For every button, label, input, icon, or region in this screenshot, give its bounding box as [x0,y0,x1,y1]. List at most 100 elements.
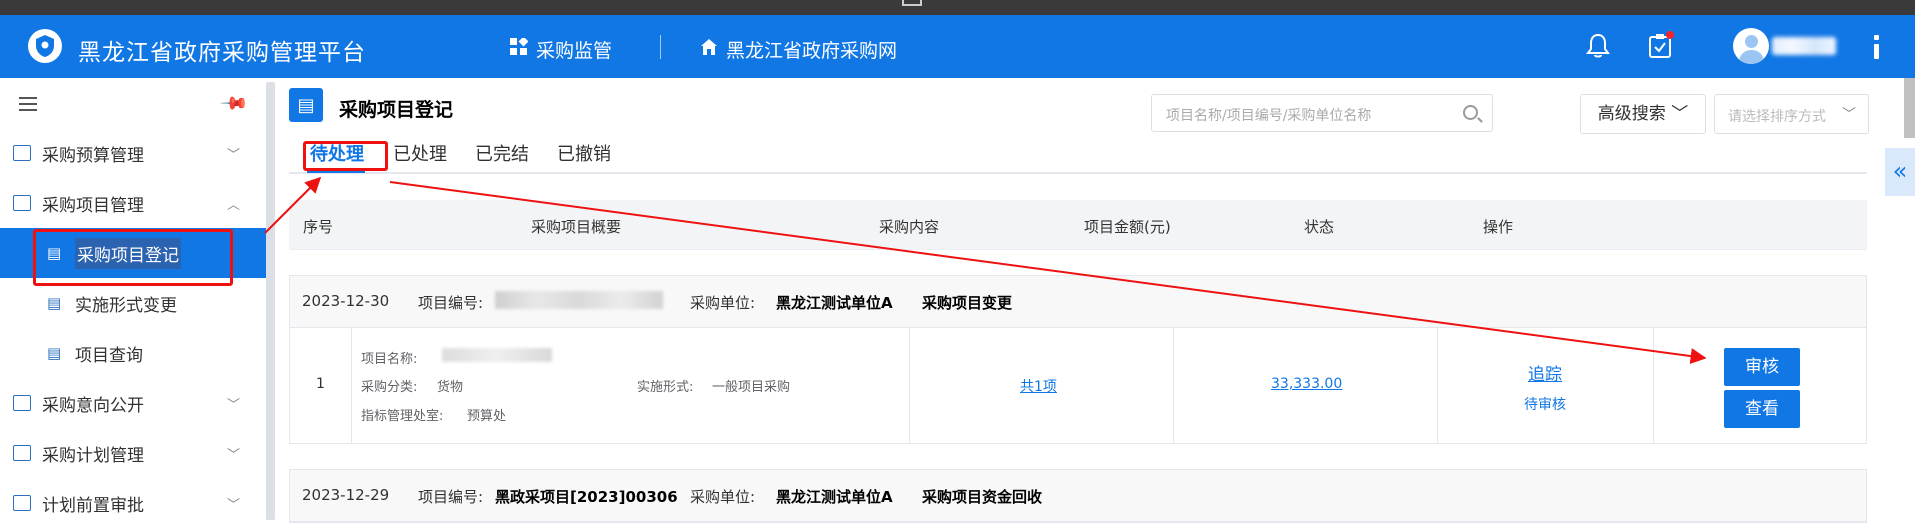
chevron-up-icon: ︿ [227,197,241,213]
project-no-value: 黑政采项目[2023]00306 [495,488,678,506]
calendar-icon [13,445,31,461]
username-redacted [1772,37,1836,55]
search-placeholder: 项目名称/项目编号/采购单位名称 [1166,108,1372,124]
notification-dot [1666,31,1674,39]
cell-index: 1 [290,328,352,443]
view-button[interactable]: 查看 [1724,390,1800,428]
sidebar-subitem-project-query[interactable]: ▤ 项目查询 [0,328,266,378]
collapse-panel-icon[interactable]: « [1885,148,1915,196]
project-icon [13,195,31,211]
top-navbar: 黑龙江省政府采购管理平台 采购监管 黑龙江省政府采购网 [0,15,1915,78]
home-icon [700,38,718,61]
project-no-redacted [495,290,663,309]
main-content: ▤ 采购项目登记 项目名称/项目编号/采购单位名称 高级搜索 ﹀ 请选择排序方式… [275,78,1915,523]
nav-link-label: 采购监管 [536,40,613,62]
column-header-summary: 采购项目概要 [531,218,622,236]
nav-link-supervision[interactable]: 采购监管 [510,36,612,63]
sort-select[interactable]: 请选择排序方式 ﹀ [1714,94,1869,134]
annotation-highlight-box [303,141,388,171]
more-menu-icon[interactable] [1874,35,1880,61]
clipboard-icon: ▤ [289,88,323,122]
column-header-amount: 项目金额(元) [1084,218,1171,236]
chevron-down-icon: ﹀ [227,397,241,413]
page-scrollbar[interactable] [1904,78,1915,138]
search-document-icon: ▤ [47,344,62,362]
change-type: 采购项目资金回收 [922,488,1043,506]
amount-link[interactable]: 33,333.00 [1271,376,1342,392]
change-type: 采购项目变更 [922,294,1013,312]
chevron-down-icon: ﹀ [1842,107,1856,123]
group-header: 2023-12-30 项目编号: 采购单位: 黑龙江测试单位A 采购项目变更 [290,276,1866,328]
sidebar-item-intention[interactable]: 采购意向公开 ﹀ [0,378,266,428]
document-icon: ▤ [47,294,62,312]
search-icon[interactable] [1463,105,1478,120]
sidebar-header: 📌 [0,78,268,128]
track-link[interactable]: 追踪 [1528,360,1562,385]
advanced-search-button[interactable]: 高级搜索 ﹀ [1580,94,1706,134]
status-text: 待审核 [1524,397,1566,413]
project-group: 2023-12-30 项目编号: 采购单位: 黑龙江测试单位A 采购项目变更 1… [289,275,1867,444]
bell-icon[interactable] [1586,33,1610,63]
tab-processed[interactable]: 已处理 [393,140,447,166]
category-label: 采购分类: [361,380,418,395]
dept-label: 指标管理处室: [361,409,444,424]
chevron-down-icon: ﹀ [227,497,241,513]
row-index: 1 [316,376,325,392]
unit-value: 黑龙江测试单位A [776,488,893,506]
form-label: 实施形式: [637,380,694,395]
review-button[interactable]: 审核 [1724,348,1800,386]
sidebar-item-label: 采购项目管理 [42,195,144,216]
pin-icon[interactable]: 📌 [219,88,250,119]
sidebar-item-budget[interactable]: 采购预算管理 ﹀ [0,128,266,178]
category-value: 货物 [437,380,464,395]
content-link[interactable]: 共1项 [1020,376,1057,396]
cell-actions: 审核 查看 [1654,328,1868,443]
nav-separator [660,35,661,59]
name-label: 项目名称: [361,352,418,367]
sort-placeholder: 请选择排序方式 [1728,109,1826,125]
page-title: 采购项目登记 [339,99,454,121]
sidebar: 📌 采购预算管理 ﹀ 采购项目管理 ︿ ▤ 采购项目登记 ▤ 实施形式变更 ▤ … [0,78,268,520]
chevron-down-icon: ﹀ [227,147,241,163]
project-group: 2023-12-29 项目编号: 黑政采项目[2023]00306 采购单位: … [289,469,1867,523]
nav-link-procurement-site[interactable]: 黑龙江省政府采购网 [700,36,897,63]
avatar[interactable] [1733,28,1769,64]
annotation-highlight-box [33,229,233,286]
grid-icon [510,36,529,61]
sidebar-subitem-label: 实施形式变更 [75,295,177,316]
chevron-down-icon: ﹀ [227,447,241,463]
project-no-label: 项目编号: [418,294,484,312]
gear-icon [13,395,31,411]
form-value: 一般项目采购 [712,380,791,395]
logo-icon [28,29,62,63]
column-header-content: 采购内容 [879,218,940,236]
column-header-actions: 操作 [1483,218,1514,236]
sidebar-item-project-management[interactable]: 采购项目管理 ︿ [0,178,266,228]
tab-completed[interactable]: 已完结 [475,140,529,166]
sidebar-scrollbar[interactable] [266,82,275,520]
chart-icon [13,145,31,161]
table-header: 序号 采购项目概要 采购内容 项目金额(元) 状态 操作 [289,200,1867,250]
unit-label: 采购单位: [690,488,756,506]
sidebar-item-label: 采购计划管理 [42,445,144,466]
dept-value: 预算处 [467,409,507,424]
status-tabs: 待处理 已处理 已完结 已撤销 [289,138,1867,174]
sidebar-item-plan[interactable]: 采购计划管理 ﹀ [0,428,266,478]
sidebar-item-label: 采购预算管理 [42,145,144,166]
sidebar-subitem-label: 项目查询 [75,345,143,366]
active-tab-indicator [307,171,365,173]
cell-amount: 33,333.00 [1174,328,1438,443]
stamp-icon [13,495,31,511]
sidebar-item-pre-approval[interactable]: 计划前置审批 ﹀ [0,478,266,528]
advanced-search-label: 高级搜索 [1597,104,1666,124]
unit-label: 采购单位: [690,294,756,312]
hamburger-icon[interactable] [19,97,37,115]
tab-revoked[interactable]: 已撤销 [557,140,611,166]
column-header-status: 状态 [1304,218,1335,236]
unit-value: 黑龙江测试单位A [776,294,893,312]
cell-status: 追踪 待审核 [1438,328,1654,443]
cell-summary: 项目名称: 采购分类: 货物 实施形式: 一般项目采购 指标管理处室: 预算处 [352,328,910,443]
sidebar-item-label: 计划前置审批 [42,495,144,516]
search-input[interactable]: 项目名称/项目编号/采购单位名称 [1151,94,1493,132]
table-row: 1 项目名称: 采购分类: 货物 实施形式: 一般项目采购 指标管理处室: 预算… [290,328,1866,443]
